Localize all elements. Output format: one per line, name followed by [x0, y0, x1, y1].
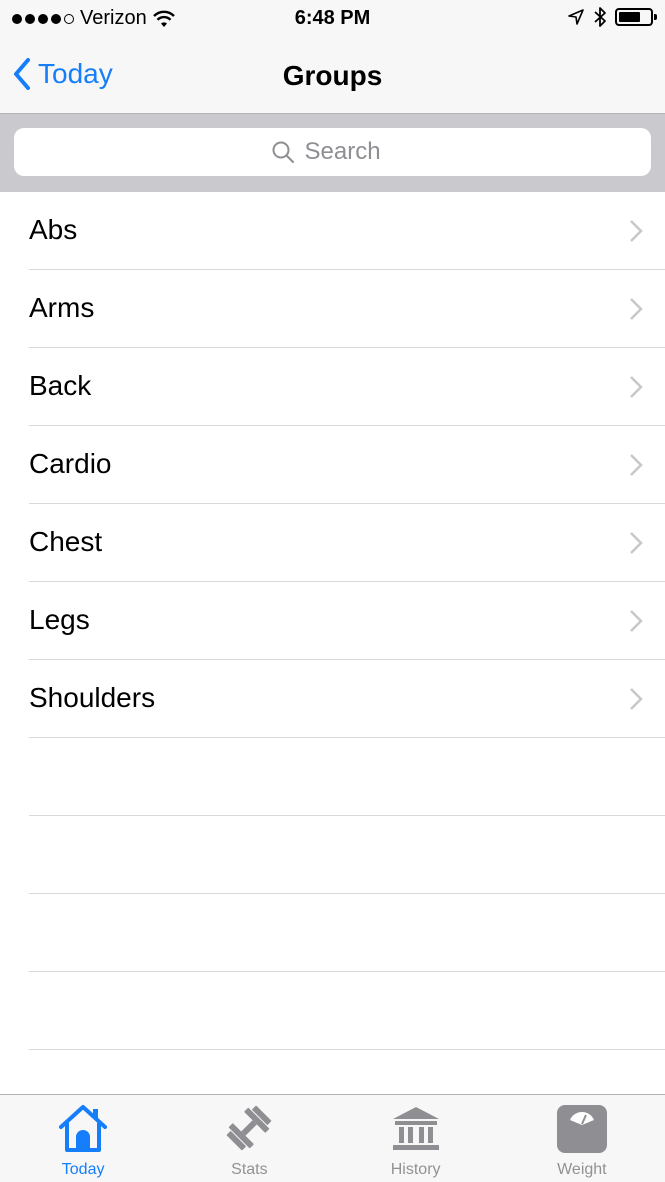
battery-level	[619, 12, 640, 22]
scale-icon	[556, 1105, 607, 1153]
list-item-label: Cardio	[29, 448, 112, 479]
tab-label: History	[390, 1161, 441, 1178]
tab-bar: Today Stats History Weight	[0, 1094, 665, 1182]
list-item-label: Chest	[29, 526, 103, 557]
chevron-right-icon	[630, 220, 643, 242]
empty-row	[0, 816, 665, 894]
list-item-abs[interactable]: Abs	[0, 192, 665, 270]
empty-row	[0, 894, 665, 972]
navigation-bar: Today Groups	[0, 38, 665, 114]
building-icon	[392, 1107, 439, 1150]
tab-label: Today	[61, 1161, 105, 1178]
location-arrow-icon	[568, 9, 584, 25]
dumbbell-icon	[227, 1105, 272, 1151]
search-icon	[272, 141, 294, 163]
chevron-right-icon	[630, 688, 643, 710]
list-item-label: Back	[29, 370, 92, 401]
list-item-label: Abs	[29, 214, 78, 245]
battery-icon	[615, 8, 657, 26]
chevron-right-icon	[630, 454, 643, 476]
bluetooth-icon	[594, 7, 606, 27]
search-bar	[0, 114, 665, 192]
tab-today[interactable]: Today	[0, 1095, 166, 1182]
list-item-cardio[interactable]: Cardio	[0, 426, 665, 504]
chevron-right-icon	[630, 532, 643, 554]
list-item-chest[interactable]: Chest	[0, 504, 665, 582]
page-title: Groups	[282, 60, 383, 91]
tab-label: Stats	[231, 1161, 268, 1178]
tab-history[interactable]: History	[333, 1095, 499, 1182]
list-item-label: Arms	[29, 292, 95, 323]
list-item-legs[interactable]: Legs	[0, 582, 665, 660]
list-item-back[interactable]: Back	[0, 348, 665, 426]
tab-stats[interactable]: Stats	[166, 1095, 332, 1182]
status-right	[567, 6, 657, 28]
list-item-label: Shoulders	[29, 682, 156, 713]
empty-row	[0, 738, 665, 816]
empty-row	[0, 972, 665, 1050]
list-item-shoulders[interactable]: Shoulders	[0, 660, 665, 738]
status-time: 6:48 PM	[294, 7, 371, 29]
search-input[interactable]	[304, 138, 395, 166]
chevron-right-icon	[630, 376, 643, 398]
chevron-right-icon	[630, 610, 643, 632]
list-item-arms[interactable]: Arms	[0, 270, 665, 348]
groups-list: Abs Arms Back Cardio Chest Legs Shoulder…	[0, 192, 665, 1050]
list-item-label: Legs	[29, 604, 90, 635]
tab-label: Weight	[557, 1161, 607, 1178]
status-bar: Verizon 6:48 PM	[0, 0, 665, 38]
chevron-right-icon	[630, 298, 643, 320]
tab-weight[interactable]: Weight	[499, 1095, 665, 1182]
search-field[interactable]	[14, 128, 651, 176]
home-icon	[59, 1105, 108, 1152]
